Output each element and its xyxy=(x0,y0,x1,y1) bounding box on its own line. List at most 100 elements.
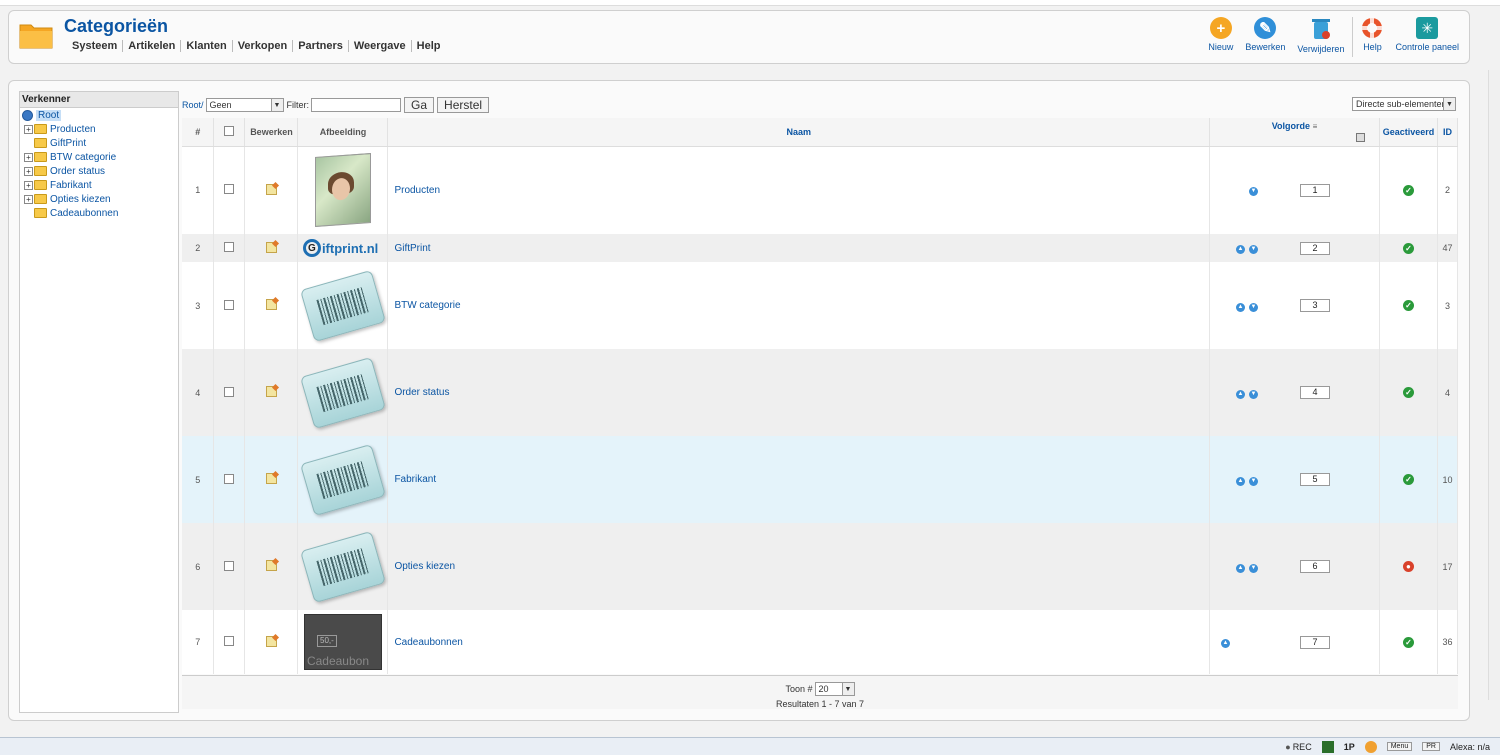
order-input[interactable]: 7 xyxy=(1300,635,1330,649)
move-down-icon[interactable]: ▼ xyxy=(1249,245,1258,254)
move-down-icon[interactable]: ▼ xyxy=(1249,187,1258,197)
expand-icon[interactable]: + xyxy=(24,194,33,204)
move-down-icon[interactable]: ▼ xyxy=(1249,563,1258,573)
tree-item-order-status[interactable]: + Order status xyxy=(20,164,178,178)
breadcrumb-root[interactable]: Root/ xyxy=(182,100,204,110)
table-row[interactable]: 6 Opties kiezen ▲ ▼ 6 ● 17 xyxy=(182,523,1459,610)
table-row[interactable]: 1 Producten ▼ 1 ✓ 2 xyxy=(182,146,1459,234)
row-name[interactable]: BTW categorie xyxy=(387,262,1210,349)
parent-select[interactable]: Geen ▼ xyxy=(205,98,284,112)
order-input[interactable]: 2 xyxy=(1300,241,1330,255)
inactive-icon[interactable]: ● xyxy=(1402,561,1414,572)
table-row[interactable]: 3 BTW categorie ▲ ▼ 3 ✓ 3 xyxy=(182,262,1459,349)
menu-systeem[interactable]: Systeem xyxy=(67,40,124,52)
menu-artikelen[interactable]: Artikelen xyxy=(123,40,182,52)
order-input[interactable]: 4 xyxy=(1300,386,1330,399)
expand-icon[interactable]: + xyxy=(24,124,33,134)
menu-help[interactable]: Help xyxy=(412,40,446,52)
row-checkbox[interactable] xyxy=(224,560,235,571)
move-up-icon[interactable]: ▲ xyxy=(1236,245,1245,254)
expand-icon[interactable]: + xyxy=(24,152,33,162)
row-checkbox[interactable] xyxy=(224,636,235,646)
menu-weergave[interactable]: Weergave xyxy=(349,40,412,52)
active-check-icon[interactable]: ✓ xyxy=(1402,387,1414,398)
order-input[interactable]: 5 xyxy=(1300,473,1330,486)
vertical-scrollbar[interactable] xyxy=(1488,70,1500,700)
save-order-icon[interactable] xyxy=(1355,132,1365,142)
row-checkbox[interactable] xyxy=(224,184,235,195)
move-up-icon[interactable]: ▲ xyxy=(1236,476,1245,486)
order-input[interactable]: 6 xyxy=(1300,560,1330,573)
tree-item-fabrikant[interactable]: + Fabrikant xyxy=(20,178,178,192)
edit-icon[interactable] xyxy=(265,635,277,647)
view-select[interactable]: Directe sub-elementen ▼ xyxy=(1352,97,1456,111)
onep-label[interactable]: 1P xyxy=(1344,742,1355,752)
tree-item-giftprint[interactable]: GiftPrint xyxy=(20,136,178,150)
menu-button[interactable]: Menu xyxy=(1386,742,1413,751)
tree-root[interactable]: Root xyxy=(20,108,178,122)
tree-item-producten[interactable]: + Producten xyxy=(20,122,178,136)
tree-item-opties-kiezen[interactable]: + Opties kiezen xyxy=(20,192,178,206)
active-check-icon[interactable]: ✓ xyxy=(1402,300,1414,311)
row-checkbox[interactable] xyxy=(224,299,235,310)
table-row[interactable]: 4 Order status ▲ ▼ 4 ✓ 4 xyxy=(182,349,1459,436)
edit-icon[interactable] xyxy=(265,241,277,253)
new-button[interactable]: + Nieuw xyxy=(1208,17,1233,52)
active-check-icon[interactable]: ✓ xyxy=(1402,636,1414,648)
order-input[interactable]: 1 xyxy=(1300,183,1330,197)
col-order[interactable]: Volgorde ≡ xyxy=(1209,118,1380,147)
move-down-icon[interactable]: ▼ xyxy=(1249,389,1258,399)
table-row[interactable]: 7 50,- Cadeaubon Cadeaubonnen ▲ 7 ✓ 36 xyxy=(182,610,1459,674)
move-down-icon[interactable]: ▼ xyxy=(1249,302,1258,312)
move-up-icon[interactable]: ▲ xyxy=(1236,389,1245,399)
row-name[interactable]: Cadeaubonnen xyxy=(387,610,1210,674)
filter-input[interactable] xyxy=(311,98,402,112)
menu-klanten[interactable]: Klanten xyxy=(181,40,233,52)
active-check-icon[interactable]: ✓ xyxy=(1402,474,1414,485)
col-name[interactable]: Naam xyxy=(387,118,1210,147)
reset-button[interactable]: Herstel xyxy=(437,97,490,113)
row-checkbox[interactable] xyxy=(224,386,235,397)
order-input[interactable]: 3 xyxy=(1300,299,1330,312)
col-id[interactable]: ID xyxy=(1437,118,1459,147)
edit-icon[interactable] xyxy=(265,560,277,571)
select-all-checkbox[interactable] xyxy=(224,125,235,136)
row-name[interactable]: Fabrikant xyxy=(387,436,1210,523)
col-active[interactable]: Geactiveerd xyxy=(1379,118,1438,147)
pagerank-button[interactable]: PR xyxy=(1422,742,1440,751)
row-num: 7 xyxy=(182,610,215,674)
row-name[interactable]: Producten xyxy=(387,146,1210,234)
table-row[interactable]: 5 Fabrikant ▲ ▼ 5 ✓ 10 xyxy=(182,436,1459,523)
edit-icon[interactable] xyxy=(265,473,277,484)
active-check-icon[interactable]: ✓ xyxy=(1402,184,1414,196)
active-check-icon[interactable]: ✓ xyxy=(1402,242,1414,254)
move-up-icon[interactable]: ▲ xyxy=(1236,302,1245,312)
move-up-icon[interactable]: ▲ xyxy=(1221,639,1230,648)
edit-icon[interactable] xyxy=(265,183,277,195)
expand-icon[interactable]: + xyxy=(24,180,33,190)
page-size-select[interactable]: 20 ▼ xyxy=(814,682,855,696)
menu-partners[interactable]: Partners xyxy=(293,40,349,52)
row-name[interactable]: Order status xyxy=(387,349,1210,436)
edit-icon[interactable] xyxy=(265,299,277,310)
tree-item-cadeaubonnen[interactable]: Cadeaubonnen xyxy=(20,206,178,220)
move-down-icon[interactable]: ▼ xyxy=(1249,476,1258,486)
menu-verkopen[interactable]: Verkopen xyxy=(233,40,294,52)
edit-icon[interactable] xyxy=(265,386,277,397)
expand-icon[interactable]: + xyxy=(24,166,33,176)
go-button[interactable]: Ga xyxy=(404,97,435,113)
tree-item-label: GiftPrint xyxy=(50,137,87,149)
edit-button[interactable]: ✎ Bewerken xyxy=(1245,17,1285,52)
row-name[interactable]: GiftPrint xyxy=(387,234,1210,262)
delete-button[interactable]: Verwijderen xyxy=(1297,17,1344,54)
help-button[interactable]: Help xyxy=(1361,17,1383,52)
table-row[interactable]: 2 Giftprint.nl GiftPrint ▲ ▼ 2 ✓ 47 xyxy=(182,234,1459,262)
row-name[interactable]: Opties kiezen xyxy=(387,523,1210,610)
rec-label[interactable]: REC xyxy=(1293,742,1312,752)
row-checkbox[interactable] xyxy=(224,473,235,484)
order-arrows: ▲ ▼ xyxy=(1210,387,1260,399)
control-panel-button[interactable]: ✳ Controle paneel xyxy=(1395,17,1459,52)
row-checkbox[interactable] xyxy=(224,242,235,252)
tree-item-btw-categorie[interactable]: + BTW categorie xyxy=(20,150,178,164)
move-up-icon[interactable]: ▲ xyxy=(1236,563,1245,573)
